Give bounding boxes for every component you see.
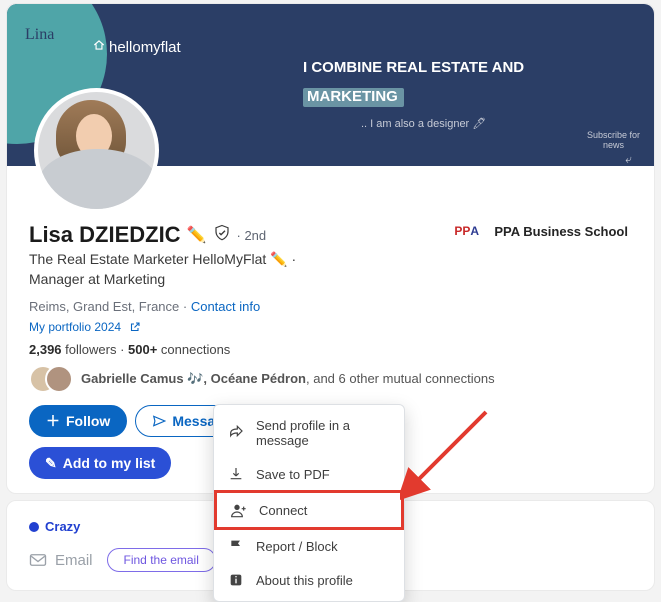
logo-hellomyflat-text: hellomyflat bbox=[109, 39, 181, 56]
person-plus-icon bbox=[231, 502, 247, 518]
more-dropdown: Send profile in a message Save to PDF Co… bbox=[213, 404, 405, 602]
headline: The Real Estate Marketer HelloMyFlat ✏️ … bbox=[29, 250, 349, 289]
download-icon bbox=[228, 466, 244, 482]
dot-icon bbox=[29, 522, 39, 532]
envelope-icon bbox=[29, 553, 47, 567]
verified-shield-icon bbox=[213, 224, 231, 247]
school-logo: PPA bbox=[454, 222, 484, 240]
send-icon bbox=[152, 414, 166, 428]
avatar-icon bbox=[45, 365, 73, 393]
flag-icon bbox=[228, 538, 244, 554]
info-icon bbox=[228, 572, 244, 588]
contact-info-link[interactable]: Contact info bbox=[191, 299, 260, 314]
portfolio-link[interactable]: My portfolio 2024 bbox=[29, 320, 632, 334]
share-arrow-icon bbox=[228, 425, 244, 441]
menu-report[interactable]: Report / Block bbox=[214, 529, 404, 563]
add-to-list-button[interactable]: ✎ Add to my list bbox=[29, 447, 171, 479]
menu-save-pdf[interactable]: Save to PDF bbox=[214, 457, 404, 491]
stats-line: 2,396 followers · 500+ connections bbox=[29, 342, 632, 357]
find-email-button[interactable]: Find the email bbox=[107, 548, 216, 572]
education-entry[interactable]: PPA PPA Business School bbox=[454, 222, 628, 240]
cover-subtag: .. I am also a designer 🖊 bbox=[361, 117, 486, 130]
pencil-icon: ✏️ bbox=[187, 225, 207, 245]
menu-connect[interactable]: Connect bbox=[217, 493, 401, 527]
followers-count[interactable]: 2,396 bbox=[29, 342, 62, 357]
menu-send-profile[interactable]: Send profile in a message bbox=[214, 409, 404, 457]
cover-tagline: I COMBINE REAL ESTATE AND MARKETING bbox=[303, 54, 524, 111]
curve-arrow-icon: ⤶ bbox=[625, 152, 632, 166]
menu-connect-highlight: Connect bbox=[214, 490, 404, 530]
mutual-connections[interactable]: Gabrielle Camus 🎶, Océane Pédron, and 6 … bbox=[29, 365, 632, 393]
menu-about-profile[interactable]: About this profile bbox=[214, 563, 404, 597]
school-name: PPA Business School bbox=[494, 224, 628, 239]
tagline-line1: I COMBINE REAL ESTATE AND bbox=[303, 54, 524, 83]
logo-lina: Lina bbox=[25, 26, 54, 44]
location-line: Reims, Grand Est, France · Contact info bbox=[29, 299, 632, 314]
profile-name[interactable]: Lisa DZIEDZIC bbox=[29, 222, 181, 248]
external-link-icon bbox=[129, 321, 141, 333]
mutual-avatars bbox=[29, 365, 73, 393]
connection-degree: · 2nd bbox=[237, 228, 267, 243]
plus-icon: ＋ bbox=[46, 411, 60, 431]
subscribe-text: Subscribe for news bbox=[587, 131, 640, 151]
house-bubble-icon bbox=[92, 38, 106, 56]
email-field-label: Email bbox=[29, 552, 93, 569]
avatar[interactable] bbox=[34, 88, 159, 213]
logo-hellomyflat: hellomyflat bbox=[92, 38, 181, 56]
tagline-line2: MARKETING bbox=[303, 83, 524, 112]
follow-button[interactable]: ＋ Follow bbox=[29, 405, 127, 437]
avatar-photo bbox=[38, 92, 155, 209]
connections-count[interactable]: 500+ bbox=[128, 342, 157, 357]
pencil-icon: ✎ bbox=[45, 455, 57, 472]
